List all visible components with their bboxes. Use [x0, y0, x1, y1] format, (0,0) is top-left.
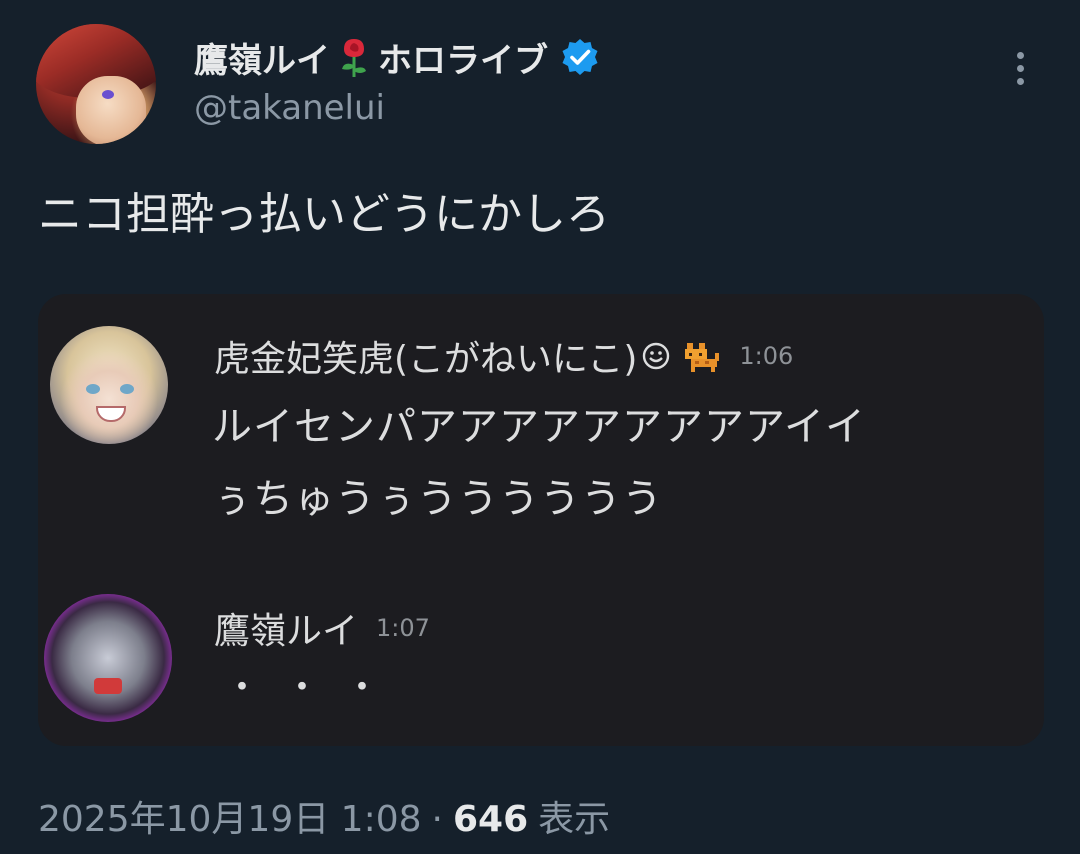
message-author: 虎金妃笑虎(こがねいにこ) 1:06: [214, 330, 793, 382]
author-avatar[interactable]: [36, 24, 156, 144]
message-text: ・・・: [224, 667, 405, 708]
message-avatar: [44, 594, 172, 722]
tweet-timestamp[interactable]: 2025年10月19日 1:08: [38, 790, 422, 842]
rose-icon: [342, 39, 366, 77]
smile-icon: [643, 342, 670, 370]
message-text: ルイセンパアアアアアアアアアイイ: [212, 404, 866, 450]
tweet-footer: 2025年10月19日 1:08 · 646 表示: [38, 790, 610, 842]
attached-image[interactable]: 虎金妃笑虎(こがねいにこ) 1:06 ルイセンパアアアアアアアアアイイ ぅちゅう…: [38, 294, 1044, 746]
message-author-name: 鷹嶺ルイ: [214, 611, 359, 652]
message-time: 1:06: [739, 342, 794, 370]
author-display-name[interactable]: 鷹嶺ルイ ホロライブ: [194, 33, 600, 81]
display-name-prefix: 鷹嶺ルイ: [194, 40, 330, 81]
cat-icon: [685, 343, 720, 372]
footer-separator: ·: [431, 799, 443, 840]
tweet-text: ニコ担酔っ払いどうにかしろ: [38, 189, 610, 240]
message-author-name: 虎金妃笑虎(こがねいにこ): [214, 339, 638, 380]
view-count[interactable]: 646: [453, 799, 528, 840]
message-time: 1:07: [376, 614, 430, 642]
message-text: ぅちゅうぅうううううう: [212, 476, 663, 522]
tweet: 鷹嶺ルイ ホロライブ @takanelui ニコ担酔っ払いどうにかしろ 虎金妃笑…: [0, 0, 1080, 854]
message-avatar: [50, 326, 168, 444]
message-author: 鷹嶺ルイ 1:07: [214, 602, 430, 654]
author-handle[interactable]: @takanelui: [194, 88, 385, 128]
display-name-suffix: ホロライブ: [378, 40, 548, 81]
view-label: 表示: [538, 799, 611, 840]
verified-badge-icon[interactable]: [560, 37, 600, 77]
more-options-icon[interactable]: [1008, 52, 1032, 92]
